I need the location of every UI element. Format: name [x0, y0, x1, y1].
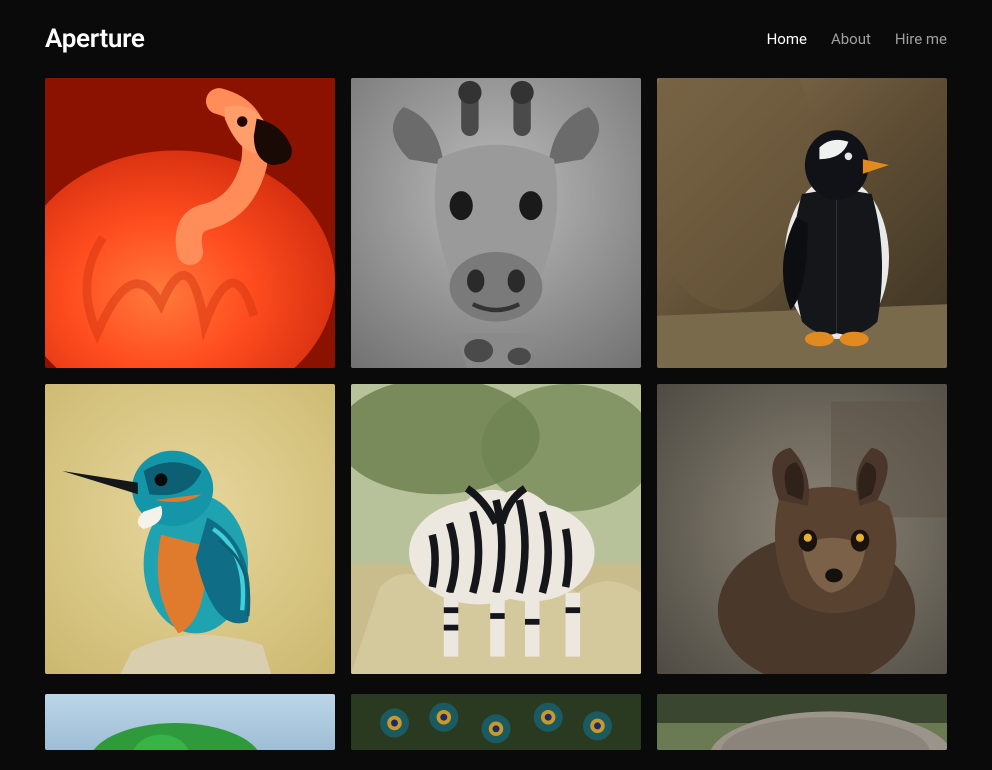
gallery-tile-giraffe[interactable] — [351, 78, 641, 368]
photo-gallery — [45, 78, 947, 694]
parrot-photo — [45, 694, 335, 750]
gallery-tile-rhino[interactable] — [657, 694, 947, 750]
rhino-photo — [657, 694, 947, 750]
site-header: Aperture Home About Hire me — [45, 0, 947, 78]
gallery-tile-penguin[interactable] — [657, 78, 947, 368]
gallery-tile-flamingo[interactable] — [45, 78, 335, 368]
flamingo-photo — [45, 78, 335, 368]
penguin-photo — [657, 78, 947, 368]
giraffe-photo — [351, 78, 641, 368]
gallery-tile-kingfisher[interactable] — [45, 384, 335, 674]
fox-photo — [657, 384, 947, 674]
gallery-tile-zebra[interactable] — [351, 384, 641, 674]
gallery-tile-parrot[interactable] — [45, 694, 335, 750]
nav-about[interactable]: About — [831, 30, 871, 48]
nav-home[interactable]: Home — [767, 30, 807, 48]
peacock-photo — [351, 694, 641, 750]
nav-hire-me[interactable]: Hire me — [895, 30, 947, 48]
kingfisher-photo — [45, 384, 335, 674]
site-logo[interactable]: Aperture — [45, 24, 145, 54]
main-nav: Home About Hire me — [767, 30, 947, 48]
zebra-photo — [351, 384, 641, 674]
photo-gallery-continued — [45, 694, 947, 770]
gallery-tile-fox[interactable] — [657, 384, 947, 674]
gallery-tile-peacock[interactable] — [351, 694, 641, 750]
